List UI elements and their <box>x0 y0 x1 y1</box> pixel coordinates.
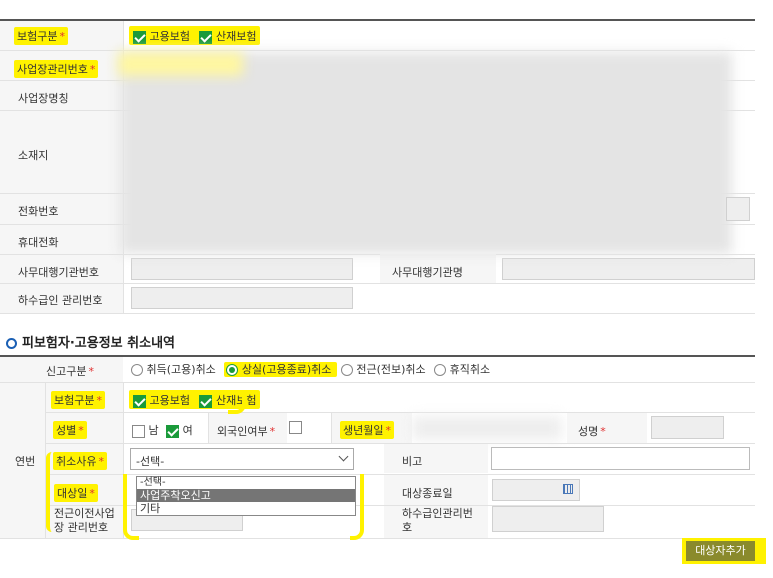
redacted-area <box>118 52 243 76</box>
phone-input[interactable] <box>726 197 750 221</box>
agency-name-label: 사무대행기관명 <box>392 266 463 279</box>
subcontractor-no-label: 하수급인 관리번호 <box>18 294 103 307</box>
end-date-label: 대상종료일 <box>402 487 453 500</box>
highlighter-mark <box>350 474 364 540</box>
highlighter-mark <box>228 392 246 414</box>
report-type-option-label: 휴직취소 <box>449 363 491 376</box>
report-type-option-label: 취득(고용)취소 <box>146 363 216 376</box>
gender-female-checkbox[interactable] <box>166 424 180 438</box>
gender-label: 성별 * <box>53 421 87 439</box>
report-type-radio-loss[interactable] <box>226 364 239 376</box>
report-type-options: 취득(고용)취소 상실(고용종료)취소 전근(전보)취소 휴직취소 <box>131 361 490 377</box>
foreigner-label: 외국인여부 * <box>217 425 276 438</box>
cancel-reason-select-value: -선택- <box>136 455 165 468</box>
phone-label: 전화번호 <box>18 205 59 218</box>
gender-options: 남 여 <box>132 422 193 438</box>
chevron-down-icon <box>338 451 349 462</box>
highlighter-mark <box>46 452 56 532</box>
report-type-radio-transfer[interactable] <box>340 364 353 376</box>
agency-no-label: 사무대행기관번호 <box>18 266 99 279</box>
detail-employment-insurance-checkbox[interactable] <box>133 394 146 408</box>
section-title: 피보험자·고용정보 취소내역 <box>6 332 175 351</box>
serial-no-label: 연번 <box>15 455 36 468</box>
highlighter-mark <box>123 474 139 540</box>
mobile-label: 휴대전화 <box>18 236 59 249</box>
insurance-type-options: 고용보험 산재보험 <box>129 26 261 45</box>
name-label: 성명 * <box>578 425 606 438</box>
subcontractor-no-input[interactable] <box>131 287 353 309</box>
gender-female-label: 여 <box>182 424 193 437</box>
bullet-icon <box>6 338 17 349</box>
prev-business-no-label: 전근이전사업장 관리번호 <box>54 507 115 534</box>
report-type-selected-highlight: 상실(고용종료)취소 <box>224 362 337 377</box>
detail-industrial-insurance-checkbox[interactable] <box>199 394 213 408</box>
industrial-insurance-checkbox[interactable] <box>199 30 213 44</box>
gender-male-label: 남 <box>148 424 159 437</box>
birth-label: 생년월일 * <box>340 421 394 439</box>
report-type-radio-leave[interactable] <box>434 364 447 376</box>
report-type-radio-acquire[interactable] <box>131 364 143 376</box>
detail-employment-insurance-label: 고용보험 <box>149 394 190 407</box>
cancel-reason-select[interactable]: -선택- <box>130 448 354 470</box>
dropdown-option[interactable]: -선택- <box>137 477 355 489</box>
sub-no-label: 하수급인관리번호 <box>402 507 473 534</box>
redacted-area <box>120 52 732 254</box>
employment-insurance-label: 고용보험 <box>149 30 190 43</box>
sub-no-input[interactable] <box>492 506 604 532</box>
insurance-type-label: 보험구분 * <box>14 27 68 45</box>
industrial-insurance-label: 산재보험 <box>215 30 257 43</box>
report-type-label: 신고구분 * <box>46 365 94 378</box>
detail-insurance-type-label: 보험구분 * <box>51 391 105 409</box>
gender-male-checkbox[interactable] <box>132 424 145 438</box>
add-target-button-face[interactable]: 대상자추가 <box>686 541 755 561</box>
report-type-option-label: 상실(고용종료)취소 <box>241 363 332 376</box>
add-target-button-label: 대상자추가 <box>695 544 746 557</box>
dropdown-option-highlighted[interactable]: 사업주착오신고 <box>137 489 355 502</box>
target-date-label: 대상일 * <box>54 484 98 502</box>
agency-no-input[interactable] <box>131 258 353 280</box>
redacted-birth <box>412 416 562 440</box>
agency-name-input[interactable] <box>502 258 755 280</box>
foreigner-checkbox[interactable] <box>289 420 302 434</box>
note-label: 비고 <box>402 455 423 468</box>
calendar-icon[interactable] <box>563 484 573 494</box>
name-input[interactable] <box>651 416 724 439</box>
employment-insurance-checkbox[interactable] <box>133 30 146 44</box>
address-label: 소재지 <box>18 149 49 162</box>
cancel-reason-dropdown: -선택- 사업주착오신고 기타 <box>136 476 356 516</box>
report-type-option-label: 전근(전보)취소 <box>356 363 426 376</box>
business-name-label: 사업장명칭 <box>18 92 69 105</box>
business-no-label: 사업장관리번호 * <box>14 60 99 78</box>
cancel-reason-label: 취소사유 * <box>53 452 107 470</box>
end-date-input[interactable] <box>492 479 580 501</box>
note-input[interactable] <box>491 447 750 470</box>
dropdown-option[interactable]: 기타 <box>137 502 355 515</box>
